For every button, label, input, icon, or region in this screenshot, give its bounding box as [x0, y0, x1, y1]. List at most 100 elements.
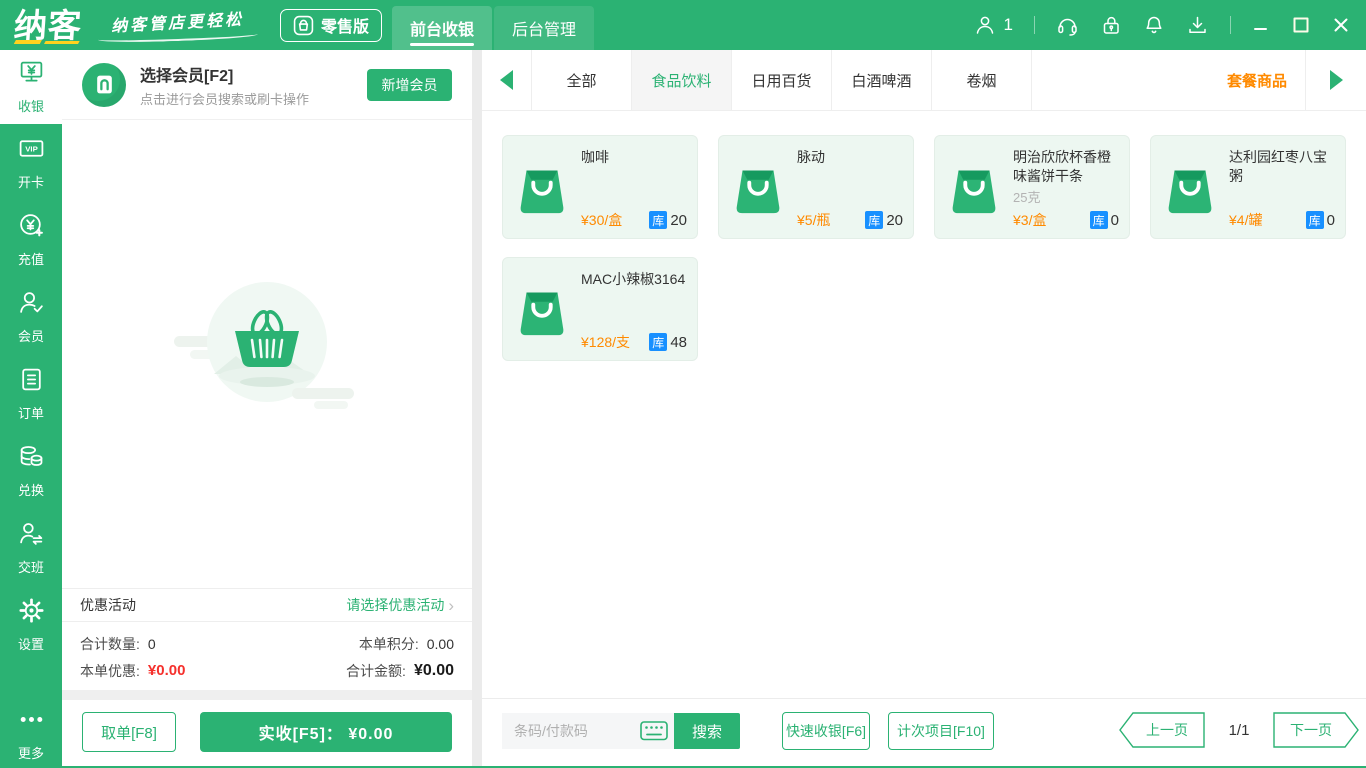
sidebar-item-shift-change[interactable]: 交班: [0, 509, 62, 586]
shopping-bag-badge-icon: [293, 15, 314, 36]
cart-panel: 选择会员[F2] 点击进行会员搜索或刷卡操作 新增会员 优惠活动 请选择优惠活动…: [62, 50, 472, 766]
sidebar-item-more[interactable]: 更多: [0, 700, 62, 768]
prev-page-button[interactable]: 上一页: [1119, 712, 1205, 748]
total-quantity: 合计数量: 0: [80, 634, 156, 654]
product-stock: 库 0: [1089, 211, 1119, 229]
member-select-title: 选择会员[F2]: [140, 67, 234, 85]
category-bar: 全部 食品饮料 日用百货 白酒啤酒 卷烟 套餐商品: [482, 50, 1366, 111]
product-card-meiji-biscuit[interactable]: 明治欣欣杯香橙味酱饼干条 25克 ¥3/盒 库 0: [934, 135, 1130, 239]
recharge-icon: [18, 212, 45, 244]
search-button[interactable]: 搜索: [674, 713, 740, 749]
product-card-mac-lipstick[interactable]: MAC小辣椒3164 ¥128/支 库 48: [502, 257, 698, 361]
select-promo-label: 请选择优惠活动: [346, 597, 445, 613]
order-points: 本单积分: 0.00: [359, 634, 454, 654]
shopping-bag-icon: [943, 156, 1005, 218]
stock-badge: 库: [1089, 211, 1108, 229]
product-name: 明治欣欣杯香橙味酱饼干条: [1013, 149, 1111, 184]
sidebar-item-label: 更多: [17, 746, 44, 761]
select-promo-link[interactable]: 请选择优惠活动 ›: [346, 595, 454, 615]
add-member-button[interactable]: 新增会员: [367, 68, 452, 101]
order-totals: 合计数量: 0 本单积分: 0.00 本单优惠: ¥0.00 合计金额: ¥0.…: [62, 624, 472, 690]
app-window: 纳客 纳客管店更轻松 零售版 前台收银 后台管理 1 收银 VIP 开卡 充值 …: [0, 0, 1366, 768]
quick-checkout-button[interactable]: 快速收银[F6]: [782, 712, 870, 750]
window-maximize-button[interactable]: [1291, 15, 1311, 35]
category-tab-food-drinks[interactable]: 食品饮料: [632, 50, 732, 110]
category-tab-combo-products[interactable]: 套餐商品: [1209, 50, 1305, 110]
category-tab-label: 白酒啤酒: [851, 72, 912, 90]
product-card-maidong[interactable]: 脉动 ¥5/瓶 库 20: [718, 135, 914, 239]
top-bar: 纳客 纳客管店更轻松 零售版 前台收银 后台管理 1: [0, 0, 1366, 50]
category-tab-daily-goods[interactable]: 日用百货: [732, 50, 832, 110]
sidebar-item-recharge[interactable]: 充值: [0, 201, 62, 278]
order-amount-value: ¥0.00: [413, 661, 454, 679]
sidebar-item-members[interactable]: 会员: [0, 278, 62, 355]
tab-back-management[interactable]: 后台管理: [494, 6, 595, 50]
sidebar-item-cashier[interactable]: 收银: [0, 50, 62, 124]
main-nav: 前台收银 后台管理: [392, 0, 595, 50]
product-meta: ¥128/支 库 48: [581, 332, 687, 352]
tab-front-cashier[interactable]: 前台收银: [392, 6, 493, 50]
sidebar-item-label: 设置: [17, 636, 44, 652]
user-icon[interactable]: [974, 14, 996, 36]
product-card-coffee[interactable]: 咖啡 ¥30/盒 库 20: [502, 135, 698, 239]
product-stock: 库 20: [865, 211, 903, 229]
member-texts: 选择会员[F2] 点击进行会员搜索或刷卡操作: [140, 62, 309, 108]
divider: [1034, 16, 1035, 34]
keyboard-icon[interactable]: [640, 721, 668, 746]
category-tab-liquor-beer[interactable]: 白酒啤酒: [832, 50, 932, 110]
member-select-subtitle: 点击进行会员搜索或刷卡操作: [140, 91, 310, 107]
sidebar-item-settings[interactable]: 设置: [0, 586, 62, 663]
product-stock: 库 0: [1305, 211, 1335, 229]
sidebar-item-label: 兑换: [17, 482, 44, 498]
stock-badge: 库: [649, 211, 668, 229]
arrow-left-icon: [500, 70, 513, 90]
products-panel: 全部 食品饮料 日用百货 白酒啤酒 卷烟 套餐商品 咖啡 ¥30/盒 库 20 …: [482, 50, 1366, 766]
sidebar-item-exchange[interactable]: 兑换: [0, 432, 62, 509]
product-price: ¥128/支: [581, 334, 631, 350]
support-headset-icon[interactable]: [1056, 14, 1079, 37]
window-minimize-button[interactable]: [1252, 16, 1270, 34]
product-info: 明治欣欣杯香橙味酱饼干条 25克 ¥3/盒 库 0: [1013, 144, 1119, 230]
product-card-daliyuan-congee[interactable]: 达利园红枣八宝粥 ¥4/罐 库 0: [1150, 135, 1346, 239]
stock-count: 0: [1110, 211, 1119, 229]
category-tab-cigarettes[interactable]: 卷烟: [932, 50, 1032, 110]
category-spacer: [1032, 50, 1209, 110]
category-tab-all[interactable]: 全部: [532, 50, 632, 110]
product-info: 达利园红枣八宝粥 ¥4/罐 库 0: [1229, 144, 1335, 230]
lock-icon[interactable]: [1100, 14, 1122, 36]
cash-register-icon: [18, 59, 45, 91]
category-scroll-right-button[interactable]: [1305, 50, 1366, 110]
window-close-button[interactable]: [1332, 16, 1350, 34]
notification-bell-icon[interactable]: [1143, 14, 1165, 36]
sidebar-item-orders[interactable]: 订单: [0, 355, 62, 432]
member-select-area[interactable]: 选择会员[F2] 点击进行会员搜索或刷卡操作 新增会员: [62, 50, 472, 120]
product-meta: ¥3/盒 库 0: [1013, 210, 1119, 230]
edition-badge: 零售版: [280, 8, 383, 42]
tab-front-cashier-label: 前台收银: [410, 22, 475, 39]
product-price: ¥4/罐: [1229, 212, 1263, 228]
tab-back-management-label: 后台管理: [512, 22, 577, 39]
product-grid: 咖啡 ¥30/盒 库 20 脉动 ¥5/瓶 库 20 明治欣欣杯香橙味酱饼干条 …: [482, 111, 1366, 698]
promo-activity-row: 优惠活动 请选择优惠活动 ›: [62, 588, 472, 622]
logo-accent-icon: [13, 39, 42, 44]
shopping-bag-icon: [1159, 156, 1221, 218]
sidebar-item-label: 开卡: [17, 174, 44, 190]
empty-cart-illustration: [172, 265, 362, 425]
stock-count: 20: [886, 211, 903, 229]
stock-count: 0: [1326, 211, 1335, 229]
sidebar-item-open-card[interactable]: VIP 开卡: [0, 124, 62, 201]
slogan: 纳客管店更轻松: [97, 9, 259, 44]
edition-label: 零售版: [321, 19, 370, 36]
count-item-button[interactable]: 计次项目[F10]: [888, 712, 994, 750]
next-page-button[interactable]: 下一页: [1273, 712, 1359, 748]
checkout-button[interactable]: 实收[F5]： ¥0.00: [200, 712, 452, 752]
stock-count: 20: [670, 211, 687, 229]
hold-order-button[interactable]: 取单[F8]: [82, 712, 176, 752]
download-icon[interactable]: [1186, 14, 1209, 37]
user-count: 1: [1003, 15, 1013, 34]
order-amount-label: 合计金额:: [346, 662, 406, 679]
more-dots-icon: [18, 706, 45, 738]
order-list-icon: [18, 366, 45, 398]
product-stock: 库 48: [649, 333, 687, 351]
category-scroll-left-button[interactable]: [482, 50, 532, 110]
